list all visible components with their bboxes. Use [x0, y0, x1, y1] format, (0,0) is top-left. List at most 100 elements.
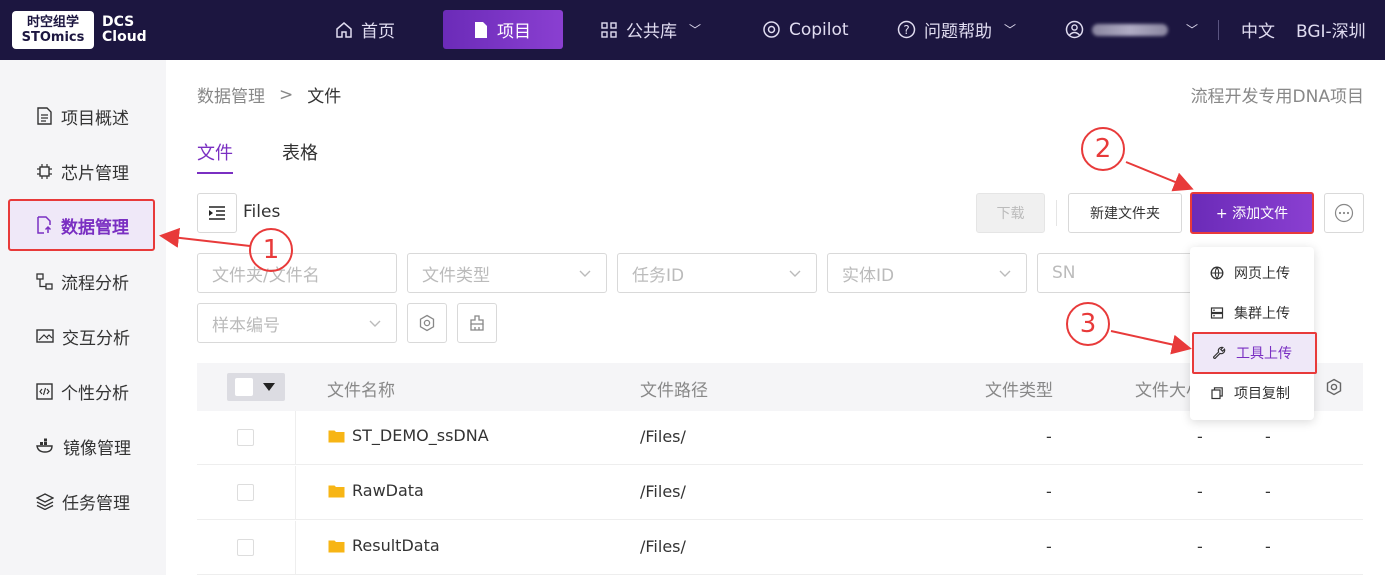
- flow-icon: [36, 272, 53, 290]
- file-extra: -: [1265, 537, 1271, 556]
- select-all-checkbox[interactable]: [235, 378, 253, 396]
- more-button[interactable]: [1324, 193, 1364, 233]
- clear-filters-button[interactable]: [457, 303, 497, 343]
- user-menu[interactable]: ﹀: [1065, 10, 1198, 49]
- column-settings-icon[interactable]: [1325, 378, 1343, 396]
- tree-toggle-button[interactable]: [197, 193, 237, 233]
- sidebar-item-label: 流程分析: [61, 273, 129, 294]
- sidebar-item-data[interactable]: 数据管理: [8, 199, 155, 251]
- download-button[interactable]: 下载: [976, 193, 1045, 233]
- language-label: 中文: [1241, 22, 1275, 42]
- nav-project[interactable]: 项目: [443, 10, 563, 49]
- file-path: /Files/: [640, 427, 686, 446]
- nav-copilot[interactable]: Copilot: [762, 10, 849, 49]
- task-id-placeholder: 任务ID: [632, 265, 685, 286]
- sidebar-item-interactive[interactable]: 交互分析: [8, 310, 155, 362]
- row-checkbox[interactable]: [237, 429, 254, 446]
- tab-files[interactable]: 文件: [197, 139, 233, 165]
- sidebar-item-label: 芯片管理: [61, 163, 129, 184]
- caret-down-icon: [263, 383, 275, 391]
- sample-id-select[interactable]: 样本编号: [197, 303, 397, 343]
- nav-library[interactable]: 公共库 ﹀: [600, 10, 701, 49]
- logo-line1: 时空组学: [26, 15, 79, 30]
- grid-icon: [601, 21, 617, 38]
- file-type: -: [1046, 482, 1052, 501]
- sidebar-item-image[interactable]: 镜像管理: [8, 420, 155, 472]
- sidebar-item-flow[interactable]: 流程分析: [8, 255, 155, 307]
- file-name-cell[interactable]: ST_DEMO_ssDNA: [328, 426, 489, 445]
- row-checkbox[interactable]: [237, 484, 254, 501]
- table-row[interactable]: ResultData /Files/ - - -: [197, 521, 1363, 575]
- sidebar-item-label: 交互分析: [62, 328, 130, 349]
- sidebar-item-overview[interactable]: 项目概述: [8, 90, 155, 142]
- sidebar-item-custom[interactable]: 个性分析: [8, 365, 155, 417]
- file-type: -: [1046, 427, 1052, 446]
- file-type: -: [1046, 537, 1052, 556]
- column-header-type[interactable]: 文件类型: [985, 376, 1053, 401]
- file-path: /Files/: [640, 537, 686, 556]
- entity-id-select[interactable]: 实体ID: [827, 253, 1027, 293]
- region-switch[interactable]: BGI-深圳: [1296, 10, 1366, 49]
- breadcrumb-separator: >: [279, 84, 294, 105]
- user-icon: [1065, 20, 1084, 39]
- menu-item-label: 项目复制: [1234, 386, 1290, 402]
- help-icon: ?: [897, 20, 916, 39]
- sn-placeholder: SN: [1052, 263, 1076, 283]
- column-divider: [295, 521, 296, 575]
- menu-item-project-copy[interactable]: 项目复制: [1190, 373, 1314, 413]
- globe-icon: [1210, 266, 1224, 280]
- svg-text:?: ?: [903, 23, 909, 37]
- file-extra: -: [1265, 427, 1271, 446]
- task-id-select[interactable]: 任务ID: [617, 253, 817, 293]
- nav-home[interactable]: 首页: [335, 10, 395, 49]
- layers-icon: [36, 492, 54, 510]
- nav-library-label: 公共库: [626, 22, 677, 42]
- menu-item-label: 网页上传: [1234, 266, 1290, 282]
- stomics-logo: 时空组学 STOmics: [12, 11, 94, 49]
- chevron-down-icon: ﹀: [1004, 23, 1017, 37]
- menu-item-tool-upload[interactable]: 工具上传: [1192, 332, 1317, 374]
- file-name-cell[interactable]: ResultData: [328, 536, 440, 555]
- nav-help-label: 问题帮助: [924, 22, 992, 42]
- broom-icon: [470, 315, 484, 331]
- menu-item-web-upload[interactable]: 网页上传: [1190, 253, 1314, 293]
- top-navbar: 时空组学 STOmics DCS Cloud 首页 项目 公共库 ﹀ Copil…: [0, 0, 1385, 60]
- tab-tables[interactable]: 表格: [282, 139, 318, 165]
- search-settings-button[interactable]: [407, 303, 447, 343]
- row-checkbox[interactable]: [237, 539, 254, 556]
- menu-item-cluster-upload[interactable]: 集群上传: [1190, 293, 1314, 333]
- add-file-button[interactable]: + 添加文件: [1190, 192, 1314, 234]
- file-name: ST_DEMO_ssDNA: [352, 426, 489, 445]
- chevron-down-icon: [999, 270, 1011, 277]
- table-row[interactable]: ST_DEMO_ssDNA /Files/ - - -: [197, 411, 1363, 465]
- breadcrumb-parent[interactable]: 数据管理: [197, 82, 265, 107]
- name-search-input[interactable]: 文件夹/文件名: [197, 253, 397, 293]
- select-all-dropdown[interactable]: [227, 373, 285, 401]
- product-name: DCS Cloud: [102, 15, 147, 45]
- language-switch[interactable]: 中文: [1241, 10, 1275, 49]
- sidebar-item-task[interactable]: 任务管理: [8, 475, 155, 527]
- server-icon: [1210, 307, 1224, 319]
- column-header-name[interactable]: 文件名称: [327, 376, 395, 401]
- toolbar-divider: [1056, 200, 1057, 226]
- annotation-step-2: 2: [1081, 127, 1125, 171]
- file-type-select[interactable]: 文件类型: [407, 253, 607, 293]
- product-line1: DCS: [102, 14, 135, 30]
- sidebar-item-chip[interactable]: 芯片管理: [8, 145, 155, 197]
- indent-icon: [209, 206, 225, 220]
- logo[interactable]: 时空组学 STOmics DCS Cloud: [12, 10, 170, 50]
- file-name-cell[interactable]: RawData: [328, 481, 424, 500]
- folder-icon: [328, 430, 345, 442]
- nav-copilot-label: Copilot: [789, 19, 849, 40]
- new-folder-button[interactable]: 新建文件夹: [1068, 193, 1182, 233]
- project-name: 流程开发专用DNA项目: [1190, 87, 1364, 107]
- sn-input[interactable]: SN: [1037, 253, 1197, 293]
- column-header-path[interactable]: 文件路径: [640, 376, 708, 401]
- sidebar-item-label: 镜像管理: [63, 438, 131, 459]
- table-row[interactable]: RawData /Files/ - - -: [197, 466, 1363, 520]
- wrench-icon: [1213, 346, 1226, 359]
- nav-help[interactable]: ? 问题帮助 ﹀: [897, 10, 1016, 49]
- entity-id-placeholder: 实体ID: [842, 265, 895, 286]
- image-icon: [36, 329, 54, 343]
- folder-icon: [328, 485, 345, 497]
